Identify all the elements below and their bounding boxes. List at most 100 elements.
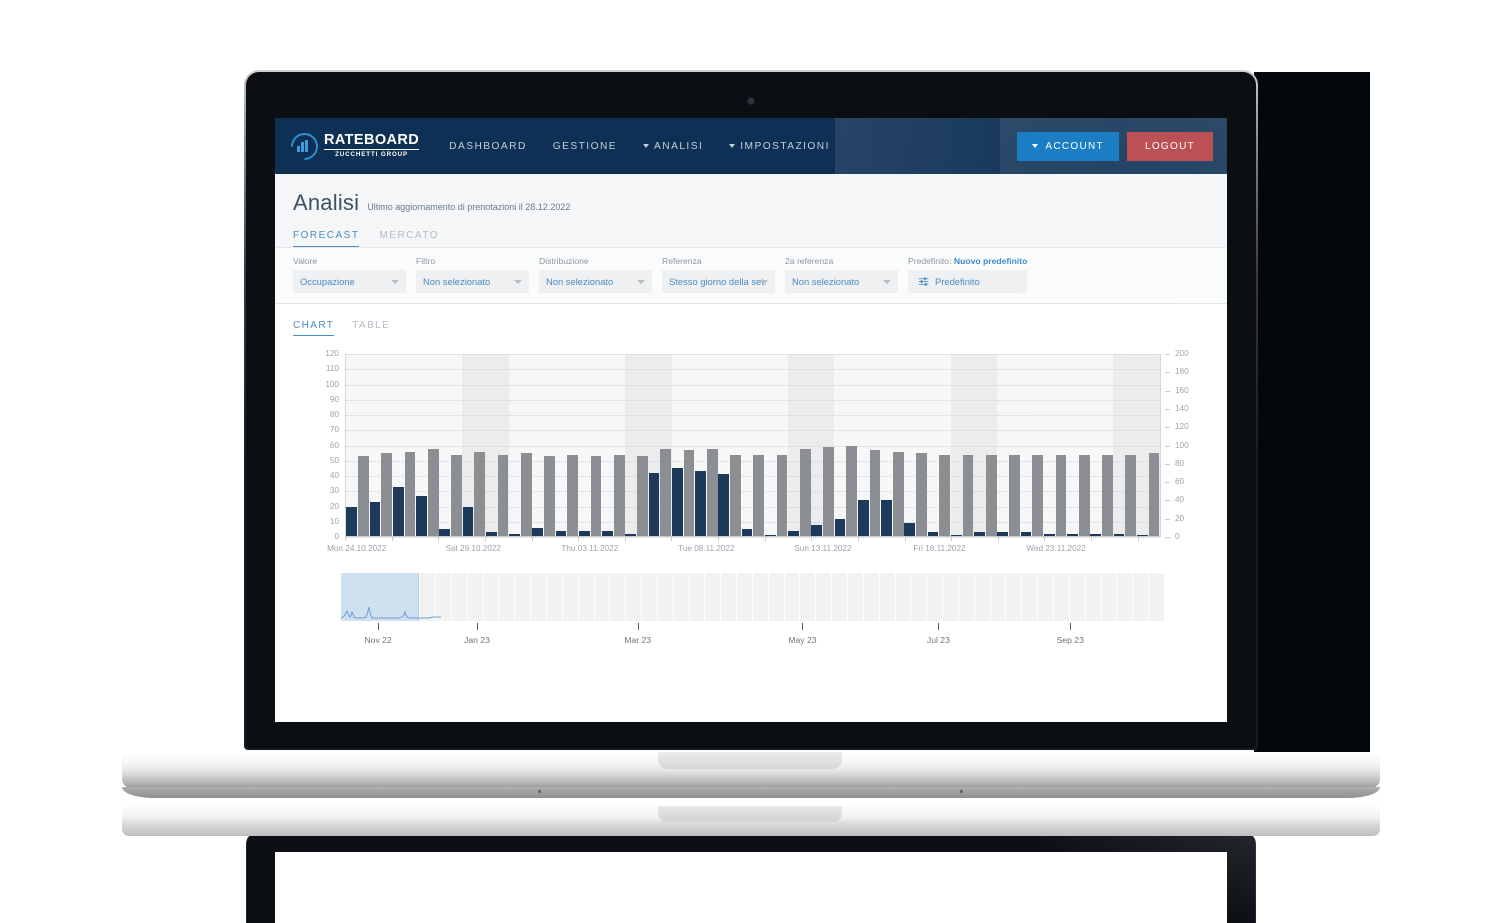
- navigator-tick-label: Jul 23: [926, 635, 950, 645]
- preset-button-label: Predefinito: [935, 276, 980, 287]
- navigator-stripe: [737, 573, 753, 621]
- navigator-stripe: [595, 573, 611, 621]
- laptop-foot-dot-left: [538, 790, 541, 793]
- navigator-stripe: [1102, 573, 1118, 621]
- x-tick-label: Sun 13.11.2022: [794, 544, 852, 553]
- nav-item-impostazioni[interactable]: IMPOSTAZIONI: [729, 141, 830, 152]
- distribuzione-select-value: Non selezionato: [546, 276, 614, 287]
- navigator-tick: [938, 623, 940, 630]
- x-tick: [904, 537, 906, 541]
- preset-button[interactable]: Predefinito: [908, 270, 1028, 293]
- chart-lines: [346, 354, 1160, 722]
- x-tick-label: Tue 08.11.2022: [678, 544, 735, 553]
- account-button[interactable]: ACCOUNT: [1017, 131, 1119, 161]
- chart-card: CHART TABLE 0 10 20 30 40 50 60 70 80 90 100 110 120…: [275, 304, 1227, 659]
- navigator-stripe: [547, 573, 563, 621]
- nav-item-analisi[interactable]: ANALISI: [643, 141, 703, 152]
- navigator-tick: [802, 623, 804, 630]
- navigator-stripe: [515, 573, 532, 621]
- navigator-stripe: [579, 573, 595, 621]
- x-tick: [857, 537, 859, 541]
- page-title-row: Analisi Ultimo aggiornamento di prenotaz…: [293, 190, 1209, 216]
- y-left-tick-label: 50: [329, 455, 339, 465]
- nav-item-gestione[interactable]: GESTIONE: [553, 141, 617, 152]
- preset-label-prefix: Predefinito:: [908, 256, 952, 266]
- navigator-stripes: [341, 573, 1165, 621]
- seconda-referenza-select-value: Non selezionato: [792, 276, 860, 287]
- navigator-stripe: [848, 573, 864, 621]
- y-left-tick-label: 100: [325, 379, 339, 389]
- x-axis-line: [345, 536, 1161, 537]
- tab-chart[interactable]: CHART: [293, 320, 335, 336]
- x-tick: [624, 537, 626, 541]
- navigator-sparkline: [341, 573, 441, 621]
- filter-label: 2a referenza: [785, 256, 834, 266]
- seconda-referenza-select[interactable]: Non selezionato: [785, 270, 898, 293]
- filter-distribuzione: Distribuzione Non selezionato: [539, 256, 652, 293]
- tab-mercato[interactable]: MERCATO: [379, 230, 439, 247]
- navigator-tick: [378, 623, 380, 630]
- navigator-stripe: [721, 573, 738, 621]
- x-tick-label: Mon 24.10.2022: [327, 544, 387, 553]
- navigator-stripe: [1149, 573, 1165, 621]
- navigator-stripe: [800, 573, 817, 621]
- nav-label: GESTIONE: [552, 140, 618, 152]
- navigator-track[interactable]: [341, 573, 1165, 621]
- filter-valore: Valore Occupazione: [293, 256, 406, 293]
- new-preset-link[interactable]: Nuovo predefinito: [954, 256, 1028, 266]
- navigator-stripe: [626, 573, 643, 621]
- navigator-stripe: [690, 573, 706, 621]
- chevron-down-icon: [514, 279, 522, 284]
- referenza-select[interactable]: Stesso giorno della set.: [662, 270, 775, 293]
- navigator-stripe: [452, 573, 468, 621]
- chevron-down-icon: [643, 144, 650, 148]
- valore-select[interactable]: Occupazione: [293, 270, 406, 293]
- navigator-tick-label: Nov 22: [364, 635, 392, 645]
- navigator-line-path: [341, 607, 441, 618]
- navigator-tick-label: May 23: [788, 635, 817, 645]
- preset-group: Predefinito: Nuovo predefinito Predefini…: [908, 256, 1028, 293]
- navigator-stripe: [880, 573, 896, 621]
- valore-select-value: Occupazione: [300, 276, 355, 287]
- y-right-tick-label: 160: [1165, 386, 1199, 395]
- x-tick: [764, 537, 766, 541]
- navigator-tick-label: Mar 23: [624, 635, 651, 645]
- chevron-down-icon: [637, 279, 645, 284]
- filter-filtro: Filtro Non selezionato: [416, 256, 529, 293]
- laptop-foot-dot-right: [960, 790, 963, 793]
- y-left-tick-label: 80: [329, 410, 339, 419]
- x-tick: [438, 537, 440, 541]
- navigator-stripe: [896, 573, 912, 621]
- navigator-stripe: [610, 573, 627, 621]
- navigator-stripe: [785, 573, 801, 621]
- navigator-stripe: [991, 573, 1007, 621]
- webcam-icon: [748, 98, 754, 104]
- navigator-stripe: [911, 573, 928, 621]
- brand-group: ZUCCHETTI GROUP: [335, 151, 409, 159]
- logout-button-label: LOGOUT: [1144, 140, 1195, 152]
- x-tick: [1044, 537, 1046, 541]
- logout-button[interactable]: LOGOUT: [1126, 131, 1213, 161]
- brand-logo[interactable]: RATEBOARD ZUCCHETTI GROUP: [285, 126, 420, 166]
- filtro-select[interactable]: Non selezionato: [416, 270, 529, 293]
- chart-navigator[interactable]: Nov 22 Jan 23 Mar 23 May 23 Jul 23 Sep 23: [341, 573, 1165, 651]
- x-tick: [391, 537, 393, 541]
- tab-forecast[interactable]: FORECAST: [293, 230, 360, 247]
- x-tick: [951, 537, 953, 541]
- distribuzione-select[interactable]: Non selezionato: [539, 270, 652, 293]
- navigator-stripe: [1086, 573, 1102, 621]
- filtro-select-value: Non selezionato: [423, 276, 491, 287]
- nav-label: IMPOSTAZIONI: [740, 140, 830, 152]
- navigator-stripe: [1022, 573, 1039, 621]
- laptop-notch: [658, 752, 842, 769]
- y-right-tick-label: 80: [1165, 459, 1199, 468]
- chart-plot-area[interactable]: [345, 354, 1161, 538]
- navigator-stripe: [927, 573, 944, 621]
- nav-item-dashboard[interactable]: DASHBOARD: [449, 141, 527, 152]
- navigator-stripe: [959, 573, 975, 621]
- chevron-down-icon: [1032, 144, 1039, 148]
- tab-table[interactable]: TABLE: [352, 320, 390, 336]
- x-tick: [345, 537, 346, 541]
- navigator-stripe: [1038, 573, 1054, 621]
- y-right-tick-label: 200: [1165, 349, 1199, 358]
